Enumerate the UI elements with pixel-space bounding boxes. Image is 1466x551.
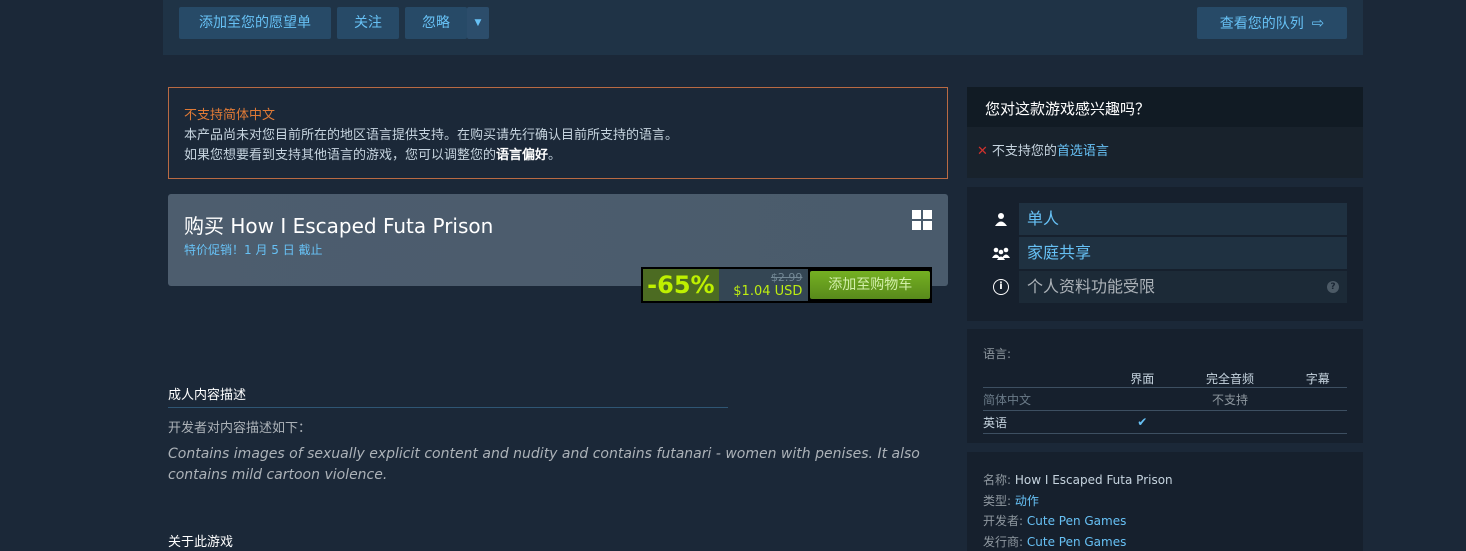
feature-single-player[interactable]: 单人 [983, 203, 1347, 235]
warning-line-1: 本产品尚未对您目前所在的地区语言提供支持。在购买请先行确认目前所支持的语言。 [184, 128, 679, 143]
mature-content-heading: 成人内容描述 [168, 384, 728, 408]
checkmark-icon: ✔ [1113, 410, 1172, 434]
warning-title: 不支持简体中文 [184, 108, 276, 123]
windows-icon [912, 210, 932, 230]
language-name: 英语 [983, 410, 1113, 434]
family-sharing-icon [983, 237, 1019, 269]
ignore-button[interactable]: 忽略 [405, 7, 467, 39]
feature-label: 单人 [1019, 203, 1347, 235]
genre-link[interactable]: 动作 [1015, 494, 1039, 508]
language-name: 简体中文 [983, 387, 1113, 411]
chevron-down-icon: ▼ [474, 18, 482, 28]
warning-line-2-suffix: 。 [548, 148, 562, 163]
info-icon: i [993, 279, 1009, 295]
languages-table: 界面 完全音频 字幕 简体中文 不支持 英语 ✔ [983, 366, 1347, 434]
interest-box: 您对这款游戏感兴趣吗？ ✕ 不支持您的首选语言 [967, 87, 1363, 178]
warning-line-2: 如果您想要看到支持其他语言的游戏，您可以调整您的语言偏好。 [184, 146, 932, 166]
detail-publisher: 发行商: Cute Pen Games [983, 532, 1347, 551]
arrow-right-icon: ⇨ [1311, 14, 1325, 32]
table-row: 英语 ✔ [983, 410, 1347, 434]
feature-family-sharing[interactable]: 家庭共享 [983, 237, 1347, 269]
languages-header-row: 界面 完全音频 字幕 [983, 366, 1347, 388]
table-row: 简体中文 不支持 [983, 387, 1347, 411]
queue-label: 查看您的队列 [1219, 16, 1304, 32]
detail-key: 发行商: [983, 534, 1024, 549]
languages-title: 语言: [983, 347, 1012, 361]
empty-cell [1288, 410, 1347, 434]
language-warning-box: 不支持简体中文 本产品尚未对您目前所在的地区语言提供支持。在购买请先行确认目前所… [168, 87, 948, 179]
details-box: 名称: How I Escaped Futa Prison 类型: 动作 开发者… [967, 452, 1363, 551]
close-icon: ✕ [977, 144, 988, 159]
feature-label: 家庭共享 [1019, 237, 1347, 269]
languages-box: 语言: 界面 完全音频 字幕 简体中文 不支持 英语 ✔ [967, 329, 1363, 443]
about-heading: 关于此游戏 [168, 535, 234, 550]
feature-label-text: 个人资料功能受限 [1027, 277, 1156, 296]
features-box: 单人 家庭共享 i 个人资料功能受限 ? [967, 187, 1363, 321]
add-to-wishlist-button[interactable]: 添加至您的愿望单 [179, 7, 331, 39]
follow-label: 关注 [354, 15, 382, 31]
wishlist-label: 添加至您的愿望单 [199, 15, 311, 31]
promo-deadline: 特价促销！1 月 5 日 截止 [184, 243, 323, 257]
single-player-icon [983, 203, 1019, 235]
detail-key: 名称: [983, 473, 1012, 487]
interest-question: 您对这款游戏感兴趣吗？ [967, 87, 1363, 127]
language-status: 不支持 [1113, 387, 1347, 411]
language-col [983, 366, 1113, 388]
buy-action-box: -65% $2.99 $1.04 USD 添加至购物车 [641, 267, 932, 303]
mature-description: Contains images of sexually explicit con… [168, 446, 920, 483]
detail-key: 类型: [983, 493, 1012, 508]
detail-developer: 开发者: Cute Pen Games [983, 511, 1347, 532]
language-preferences-link[interactable]: 语言偏好 [496, 148, 548, 163]
empty-cell [1171, 410, 1289, 434]
help-icon[interactable]: ? [1327, 281, 1339, 293]
warning-line-2-prefix: 如果您想要看到支持其他语言的游戏，您可以调整您的 [184, 148, 497, 163]
interface-col: 界面 [1113, 366, 1172, 388]
discount-badge: -65% [643, 269, 719, 301]
detail-key: 开发者: [983, 514, 1024, 528]
subtitles-col: 字幕 [1288, 366, 1347, 388]
preferred-language-link[interactable]: 首选语言 [1057, 144, 1109, 159]
original-price: $2.99 [770, 271, 803, 284]
ignore-label: 忽略 [422, 15, 450, 31]
follow-button[interactable]: 关注 [337, 7, 399, 39]
detail-genre: 类型: 动作 [983, 491, 1347, 512]
detail-value: How I Escaped Futa Prison [1014, 473, 1173, 487]
info-icon-wrap: i [983, 271, 1019, 303]
feature-label: 个人资料功能受限 ? [1019, 271, 1347, 303]
final-price: $1.04 USD [733, 284, 803, 299]
developer-link[interactable]: Cute Pen Games [1027, 514, 1126, 528]
unsupported-prefix: 不支持您的 [991, 144, 1057, 159]
view-queue-button[interactable]: 查看您的队列 ⇨ [1197, 7, 1347, 39]
mature-intro: 开发者对内容描述如下： [168, 421, 312, 436]
detail-name: 名称: How I Escaped Futa Prison [983, 470, 1347, 491]
queue-action-bar: 添加至您的愿望单 关注 忽略 ▼ 查看您的队列 ⇨ [163, 0, 1363, 55]
purchase-title: 购买 How I Escaped Futa Prison [184, 214, 494, 238]
add-to-cart-button[interactable]: 添加至购物车 [810, 271, 930, 299]
publisher-link[interactable]: Cute Pen Games [1027, 535, 1126, 549]
feature-limited-profile[interactable]: i 个人资料功能受限 ? [983, 271, 1347, 303]
ignore-dropdown-button[interactable]: ▼ [467, 7, 489, 39]
price-block: $2.99 $1.04 USD [718, 269, 809, 301]
unsupported-language-note: ✕ 不支持您的首选语言 [967, 127, 1363, 172]
full-audio-col: 完全音频 [1171, 366, 1289, 388]
